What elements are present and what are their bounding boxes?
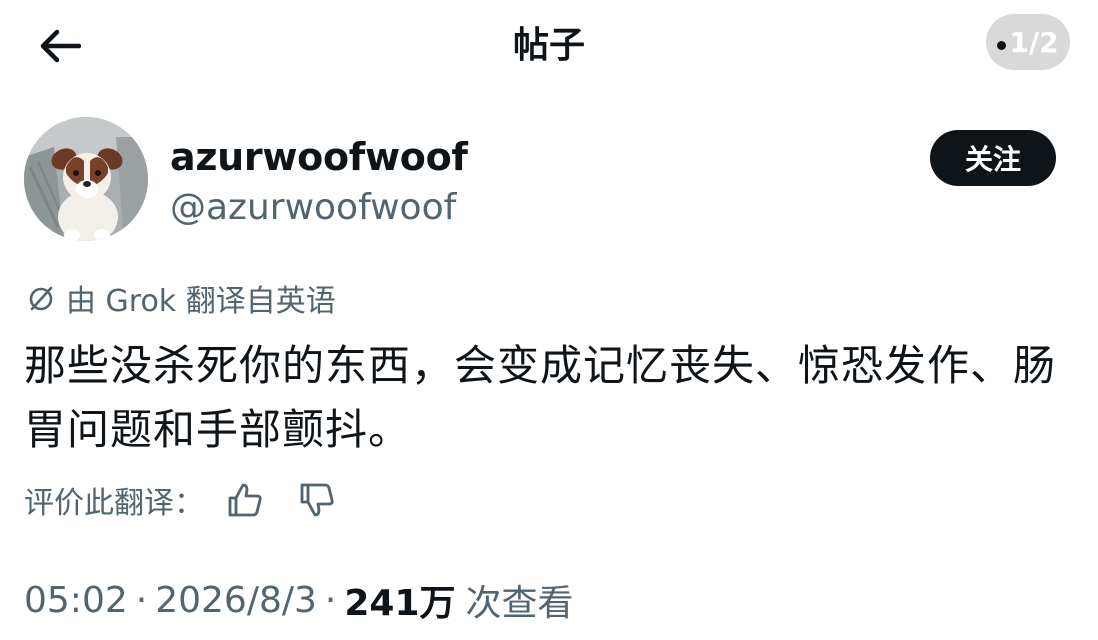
avatar-puppy-image (24, 117, 148, 241)
avatar[interactable] (24, 117, 148, 241)
rate-translation-label: 评价此翻译： (24, 486, 204, 521)
rate-translation-row: 评价此翻译： (24, 474, 342, 526)
post-time[interactable]: 05:02 (24, 580, 128, 621)
follow-button[interactable]: 关注 (930, 130, 1056, 186)
thumbs-up-button[interactable] (220, 475, 270, 525)
back-button[interactable] (34, 24, 86, 68)
post-text: 那些没杀死你的东西，会变成记忆丧失、惊恐发作、肠胃问题和手部颤抖。 (24, 341, 1057, 454)
page-title: 帖子 (512, 25, 585, 66)
views-label: 次查看 (465, 583, 574, 624)
author-handle[interactable]: @azurwoofwoof (170, 186, 456, 230)
translation-note[interactable]: 由 Grok 翻译自英语 (26, 276, 336, 320)
slashed-circle-icon (29, 286, 53, 311)
post-date[interactable]: 2026/8/3 (155, 580, 317, 621)
meta-separator: · (135, 579, 148, 621)
arrow-left-icon (40, 29, 81, 63)
translation-note-text: 由 Grok 翻译自英语 (66, 284, 336, 319)
thumbs-down-icon (300, 483, 334, 517)
thumbs-down-button[interactable] (292, 475, 342, 525)
views-count[interactable]: 241万 (344, 574, 455, 626)
meta-separator: · (324, 579, 337, 621)
page-indicator-text: 1/2 (1009, 25, 1059, 59)
image-page-indicator[interactable]: 1/2 (986, 14, 1070, 70)
thumbs-up-icon (228, 483, 262, 517)
author-display-name[interactable]: azurwoofwoof (170, 134, 468, 180)
post-meta: 05:02 · 2026/8/3 · 241万 次查看 (24, 572, 574, 628)
indicator-dot (997, 40, 1007, 50)
